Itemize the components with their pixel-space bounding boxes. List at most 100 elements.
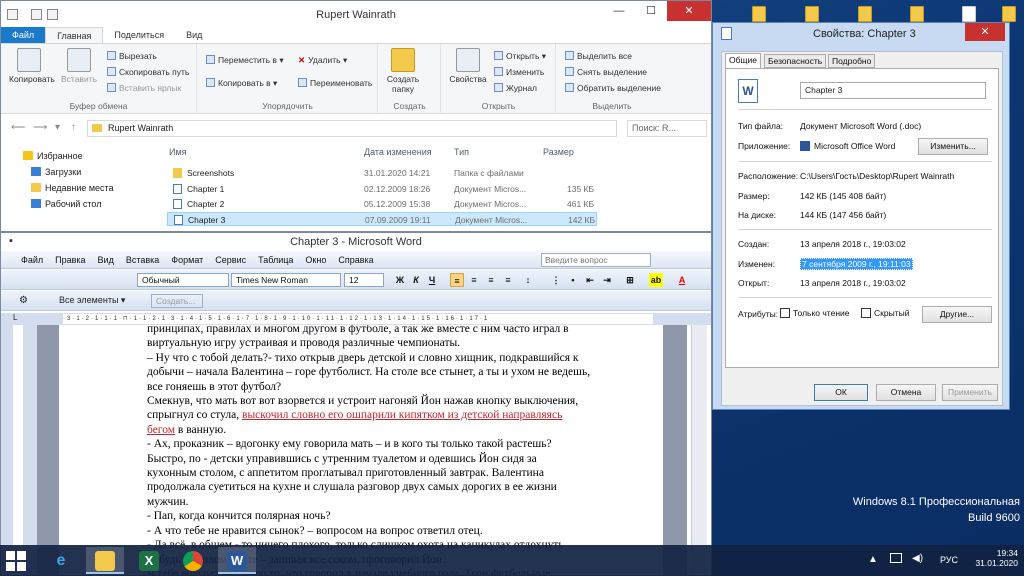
file-row[interactable]: Screenshots 31.01.2020 14:21 Папка с фай… (167, 166, 597, 180)
bold-icon[interactable]: Ж (393, 273, 407, 287)
change-button[interactable]: Изменить... (918, 138, 988, 155)
cut-button[interactable]: Вырезать (107, 51, 157, 62)
maximize-button[interactable]: ☐ (635, 1, 667, 21)
align-left-icon[interactable]: ≡ (450, 273, 464, 287)
forward-arrow-icon[interactable]: ⟶ (33, 122, 47, 133)
taskbar-ie[interactable]: e (42, 547, 80, 574)
tray-chevron-icon[interactable]: ▲ (868, 554, 878, 565)
document-page[interactable]: принципах, правилах и многом другом в фу… (59, 325, 663, 575)
invert-selection-button[interactable]: Обратить выделение (565, 83, 661, 94)
hidden-checkbox[interactable]: Скрытый (861, 308, 909, 318)
tab-file[interactable]: Файл (1, 27, 46, 43)
tab-stop-icon[interactable]: L (13, 313, 17, 322)
underline-icon[interactable]: Ч (425, 273, 439, 287)
up-arrow-icon[interactable]: ↑ (71, 122, 76, 133)
edit-button[interactable]: Изменить (494, 67, 544, 78)
taskbar-explorer[interactable] (86, 547, 124, 574)
delete-button[interactable]: ✕ Удалить ▾ (298, 55, 347, 66)
increase-indent-icon[interactable]: ⇥ (600, 273, 614, 287)
recent-chevron-icon[interactable]: ▾ (55, 122, 60, 133)
move-to-button[interactable]: Переместить в ▾ (206, 55, 284, 66)
clock[interactable]: 19:34 31.01.2020 (975, 548, 1018, 568)
modified-value-selected[interactable]: 7 сентября 2009 г., 19:11:03 (800, 258, 913, 270)
history-button[interactable]: Журнал (494, 83, 537, 94)
menu-edit[interactable]: Правка (49, 251, 91, 268)
cancel-button[interactable]: Отмена (876, 384, 936, 401)
apply-button[interactable]: Применить (942, 384, 998, 401)
desktop-folder-icon[interactable] (752, 6, 766, 22)
tab-share[interactable]: Поделиться (103, 27, 175, 43)
highlight-icon[interactable]: ab (649, 273, 663, 287)
tab-home[interactable]: Главная (45, 27, 104, 43)
justify-icon[interactable]: ≡ (501, 273, 515, 287)
filename-input[interactable]: Chapter 3 (800, 82, 986, 99)
line-spacing-icon[interactable]: ↕ (521, 273, 535, 287)
dialog-close-button[interactable]: ✕ (965, 23, 1005, 41)
font-size-select[interactable]: 12 (344, 273, 384, 287)
desktop-folder-icon[interactable] (1002, 6, 1016, 22)
address-bar[interactable]: Rupert Wainrath (87, 120, 617, 137)
align-center-icon[interactable]: ≡ (467, 273, 481, 287)
column-type[interactable]: Тип (454, 147, 469, 157)
copy-path-button[interactable]: Скопировать путь (107, 67, 189, 78)
back-arrow-icon[interactable]: ⟵ (11, 122, 25, 133)
create-button[interactable]: Создать... (151, 294, 203, 308)
column-size[interactable]: Размер (543, 147, 574, 157)
file-row[interactable]: Chapter 1 02.12.2009 18:26 Документ Micr… (167, 182, 597, 196)
paste-button[interactable]: Вставить (59, 48, 99, 84)
align-right-icon[interactable]: ≡ (484, 273, 498, 287)
properties-button[interactable]: Свойства (448, 48, 488, 84)
menu-insert[interactable]: Вставка (120, 251, 165, 268)
vertical-scrollbar[interactable] (691, 325, 707, 575)
decrease-indent-icon[interactable]: ⇤ (583, 273, 597, 287)
readonly-checkbox[interactable]: Только чтение (780, 308, 849, 318)
search-input[interactable]: Поиск: R... (627, 120, 707, 137)
start-button[interactable] (6, 551, 26, 571)
copy-button[interactable]: Копировать (9, 48, 55, 84)
nav-recent[interactable]: Недавние места (31, 183, 114, 193)
close-button[interactable]: ✕ (667, 1, 711, 21)
select-none-button[interactable]: Снять выделение (565, 67, 647, 78)
column-date[interactable]: Дата изменения (364, 147, 432, 157)
menu-tools[interactable]: Сервис (209, 251, 252, 268)
new-folder-button[interactable]: Создать папку (385, 48, 421, 94)
advanced-button[interactable]: Другие... (922, 306, 992, 323)
ok-button[interactable]: ОК (814, 384, 868, 401)
menu-help[interactable]: Справка (332, 251, 379, 268)
taskbar-chrome[interactable] (174, 547, 212, 574)
all-elements-dropdown[interactable]: Все элементы ▾ (59, 295, 125, 306)
paste-shortcut-button[interactable]: Вставить ярлык (107, 83, 181, 94)
language-indicator[interactable]: РУС (940, 555, 958, 565)
font-select[interactable]: Times New Roman (231, 273, 341, 287)
tab-general[interactable]: Общие (725, 53, 761, 69)
tab-view[interactable]: Вид (175, 27, 213, 43)
rename-button[interactable]: Переименовать (298, 78, 372, 89)
taskbar-word[interactable]: W (218, 547, 256, 574)
italic-icon[interactable]: К (409, 273, 423, 287)
volume-icon[interactable]: ◀) (912, 553, 923, 564)
bullets-icon[interactable]: • (566, 273, 580, 287)
nav-desktop[interactable]: Рабочий стол (31, 199, 102, 209)
menu-window[interactable]: Окно (299, 251, 332, 268)
desktop-folder-icon[interactable] (858, 6, 872, 22)
column-name[interactable]: Имя (169, 147, 187, 157)
horizontal-ruler[interactable]: L ·3·1·2·1·1·1·⊓·1·1·2·1·3·1·4·1·5·1·6·1… (1, 313, 711, 325)
borders-icon[interactable]: ⊞ (623, 273, 637, 287)
style-select[interactable]: Обычный (137, 273, 229, 287)
open-button[interactable]: Открыть ▾ (494, 51, 546, 62)
menu-format[interactable]: Формат (165, 251, 209, 268)
tab-details[interactable]: Подробно (828, 54, 876, 68)
minimize-button[interactable]: — (603, 1, 635, 21)
help-search-input[interactable]: Введите вопрос (541, 253, 651, 267)
menu-table[interactable]: Таблица (252, 251, 299, 268)
desktop-folder-icon[interactable] (805, 6, 819, 22)
desktop-document-icon[interactable] (962, 6, 976, 22)
taskbar-excel[interactable]: X (130, 547, 168, 574)
nav-downloads[interactable]: Загрузки (31, 167, 81, 177)
menu-view[interactable]: Вид (92, 251, 120, 268)
numbering-icon[interactable]: ⋮ (549, 273, 563, 287)
document-text[interactable]: принципах, правилах и многом другом в фу… (147, 325, 663, 575)
nav-favorites[interactable]: Избранное (23, 151, 83, 161)
font-color-icon[interactable]: A (675, 273, 689, 287)
file-row[interactable]: Chapter 2 05.12.2009 15:38 Документ Micr… (167, 197, 597, 211)
